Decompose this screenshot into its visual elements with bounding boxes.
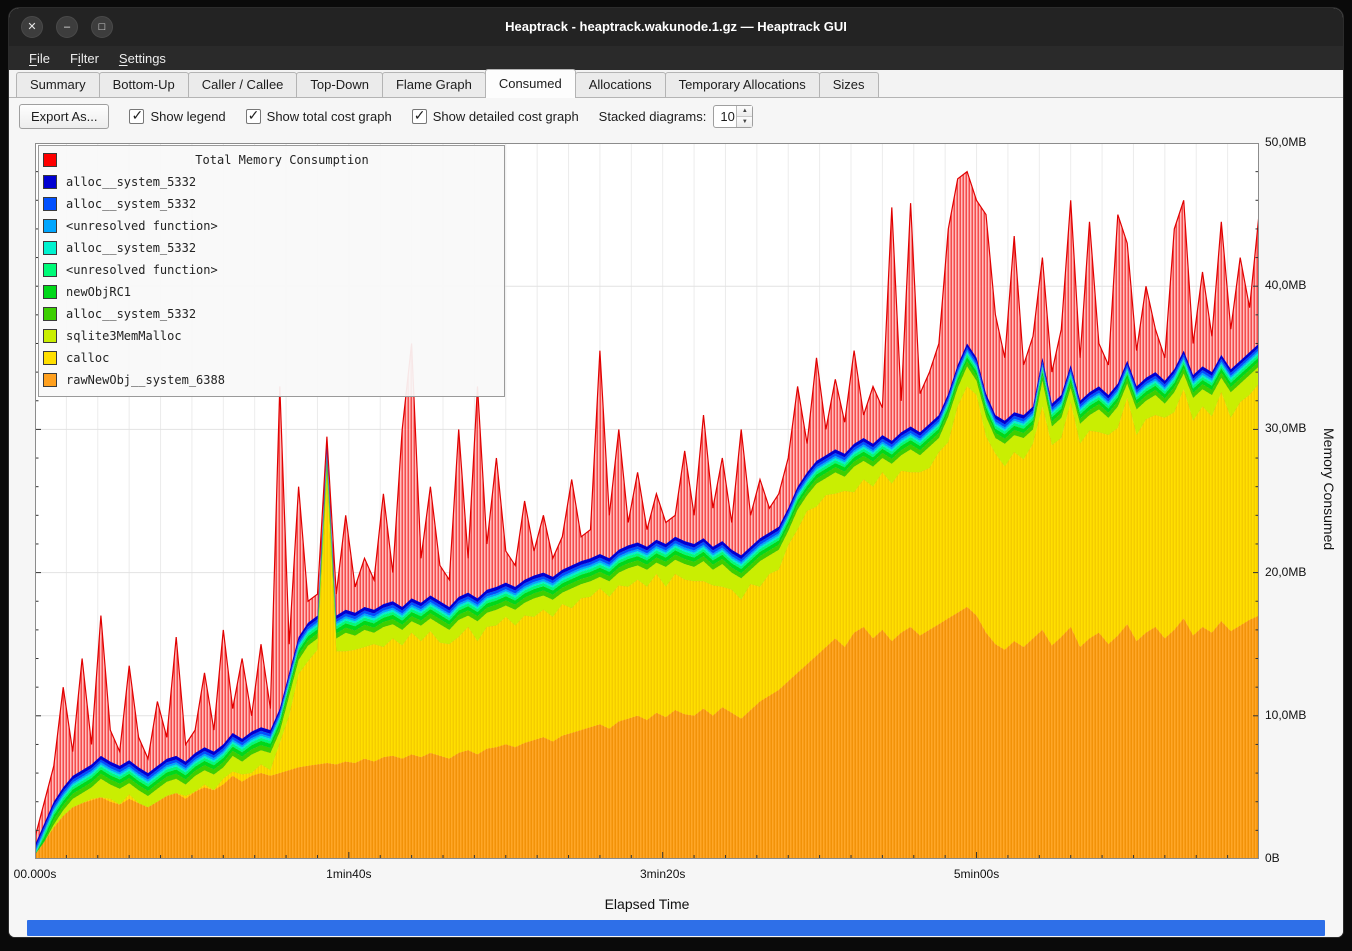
tab-top-down[interactable]: Top-Down <box>296 72 383 97</box>
x-tick-label: 1min40s <box>326 867 371 881</box>
legend-entry-label: alloc__system_5332 <box>66 197 196 211</box>
spin-up-icon[interactable]: ▲ <box>737 106 752 117</box>
y-axis-title: Memory Consumed <box>1321 428 1337 550</box>
checkbox-show-detailed-cost-graph[interactable]: ✓ Show detailed cost graph <box>412 109 579 124</box>
menu-settings[interactable]: Settings <box>109 49 176 68</box>
y-tick-label: 20,0MB <box>1265 565 1306 579</box>
stacked-diagrams-label: Stacked diagrams: <box>599 109 707 124</box>
legend-entry-label: alloc__system_5332 <box>66 307 196 321</box>
legend-swatch <box>43 219 57 233</box>
tab-allocations[interactable]: Allocations <box>575 72 666 97</box>
legend-swatch <box>43 241 57 255</box>
legend-swatch <box>43 373 57 387</box>
tab-summary[interactable]: Summary <box>16 72 100 97</box>
check-icon: ✓ <box>131 107 143 124</box>
check-icon: ✓ <box>414 107 426 124</box>
legend-entry: alloc__system_5332 <box>43 303 498 325</box>
legend-swatch <box>43 197 57 211</box>
legend-entry: calloc <box>43 347 498 369</box>
legend-swatch <box>43 175 57 189</box>
legend-swatch <box>43 329 57 343</box>
legend-swatch <box>43 285 57 299</box>
stacked-diagrams-control: Stacked diagrams: 10 ▲ ▼ <box>599 105 754 128</box>
legend-entry: newObjRC1 <box>43 281 498 303</box>
x-tick-label: 3min20s <box>640 867 685 881</box>
x-tick-label: 00.000s <box>14 867 57 881</box>
checkbox-box[interactable]: ✓ <box>129 109 144 124</box>
checkbox-box[interactable]: ✓ <box>412 109 427 124</box>
checkbox-label: Show detailed cost graph <box>433 109 579 124</box>
check-icon: ✓ <box>248 107 260 124</box>
legend-entry: alloc__system_5332 <box>43 193 498 215</box>
menu-filter[interactable]: Filter <box>60 49 109 68</box>
tab-consumed[interactable]: Consumed <box>485 69 576 98</box>
legend-swatch-total <box>43 153 57 167</box>
y-tick-label: 30,0MB <box>1265 421 1306 435</box>
legend-title-row: Total Memory Consumption <box>43 149 498 171</box>
tab-temporary-allocations[interactable]: Temporary Allocations <box>665 72 820 97</box>
y-tick-label: 10,0MB <box>1265 708 1306 722</box>
legend-entry: alloc__system_5332 <box>43 171 498 193</box>
checkbox-show-legend[interactable]: ✓ Show legend <box>129 109 225 124</box>
export-as-button[interactable]: Export As... <box>19 104 109 129</box>
legend-swatch <box>43 307 57 321</box>
y-tick-label: 0B <box>1265 851 1280 865</box>
y-tick-label: 50,0MB <box>1265 135 1306 149</box>
window-title: Heaptrack - heaptrack.wakunode.1.gz — He… <box>9 8 1343 46</box>
x-tick-label: 5min00s <box>954 867 999 881</box>
checkbox-show-total-cost-graph[interactable]: ✓ Show total cost graph <box>246 109 392 124</box>
legend-entry: alloc__system_5332 <box>43 237 498 259</box>
legend-swatch <box>43 263 57 277</box>
chart-legend: Total Memory Consumption alloc__system_53… <box>38 145 505 397</box>
toolbar: Export As... ✓ Show legend ✓ Show total cos… <box>9 98 1343 134</box>
y-tick-label: 40,0MB <box>1265 278 1306 292</box>
legend-entry-label: alloc__system_5332 <box>66 241 196 255</box>
checkbox-box[interactable]: ✓ <box>246 109 261 124</box>
legend-entry: <unresolved function> <box>43 259 498 281</box>
legend-entry-label: <unresolved function> <box>66 263 218 277</box>
heaptrack-window: ✕–□ Heaptrack - heaptrack.wakunode.1.gz … <box>9 8 1343 937</box>
legend-entry-label: rawNewObj__system_6388 <box>66 373 225 387</box>
checkbox-label: Show legend <box>150 109 225 124</box>
legend-entry-label: <unresolved function> <box>66 219 218 233</box>
tab-flame-graph[interactable]: Flame Graph <box>382 72 486 97</box>
legend-title: Total Memory Consumption <box>66 153 498 167</box>
chart-region: Total Memory Consumption alloc__system_53… <box>9 134 1343 937</box>
menubar: FileFilterSettings <box>9 46 1343 70</box>
checkbox-label: Show total cost graph <box>267 109 392 124</box>
tab-bar: SummaryBottom-UpCaller / CalleeTop-DownF… <box>9 70 1343 98</box>
menu-file[interactable]: File <box>19 49 60 68</box>
consumed-chart-plot[interactable]: Total Memory Consumption alloc__system_53… <box>35 143 1259 859</box>
tab-sizes[interactable]: Sizes <box>819 72 879 97</box>
x-axis-title: Elapsed Time <box>35 896 1259 912</box>
legend-entry-label: alloc__system_5332 <box>66 175 196 189</box>
tab-bottom-up[interactable]: Bottom-Up <box>99 72 189 97</box>
legend-entry: rawNewObj__system_6388 <box>43 369 498 391</box>
legend-entry-label: calloc <box>66 351 109 365</box>
legend-entry: <unresolved function> <box>43 215 498 237</box>
spin-down-icon[interactable]: ▼ <box>737 117 752 127</box>
stacked-diagrams-spinbox[interactable]: 10 ▲ ▼ <box>713 105 753 128</box>
timeline-selection-bar[interactable] <box>27 920 1325 936</box>
tab-caller-callee[interactable]: Caller / Callee <box>188 72 298 97</box>
checkbox-group: ✓ Show legend ✓ Show total cost graph ✓ Show … <box>129 109 578 124</box>
legend-swatch <box>43 351 57 365</box>
titlebar: ✕–□ Heaptrack - heaptrack.wakunode.1.gz … <box>9 8 1343 46</box>
legend-entry-label: newObjRC1 <box>66 285 131 299</box>
legend-entry: sqlite3MemMalloc <box>43 325 498 347</box>
stacked-diagrams-value: 10 <box>720 109 734 124</box>
legend-entry-label: sqlite3MemMalloc <box>66 329 182 343</box>
